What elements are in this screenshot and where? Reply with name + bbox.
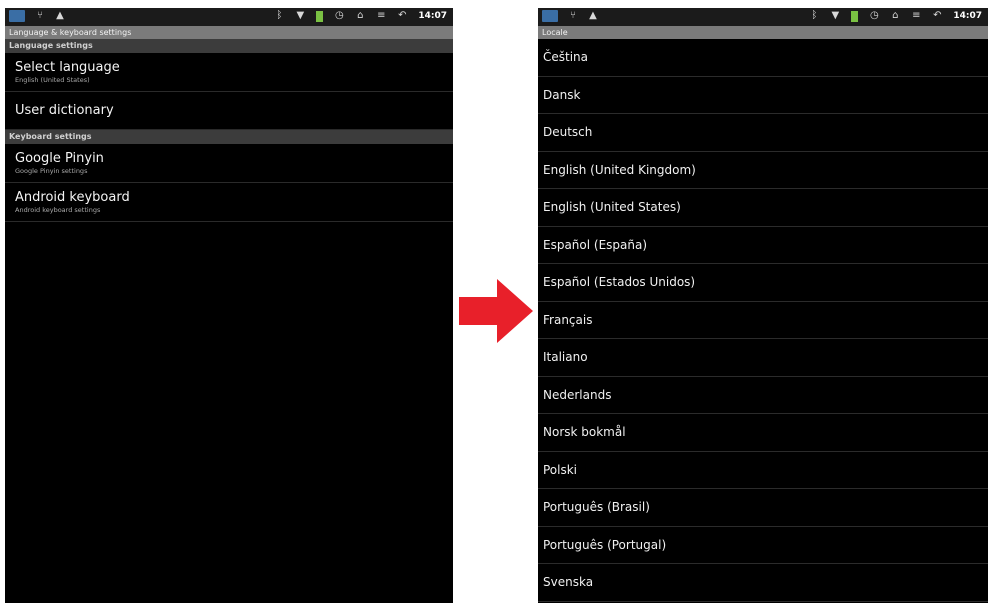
locale-item[interactable]: Português (Portugal) bbox=[538, 527, 988, 564]
status-time: 14:07 bbox=[418, 11, 447, 21]
menu-icon[interactable]: ≡ bbox=[911, 10, 921, 22]
right-arrow-icon bbox=[459, 279, 533, 343]
locale-item[interactable]: Nederlands bbox=[538, 377, 988, 414]
locale-item[interactable]: Dansk bbox=[538, 77, 988, 114]
locale-item[interactable]: Čeština bbox=[538, 39, 988, 77]
locale-item[interactable]: Norsk bokmål bbox=[538, 414, 988, 452]
android-keyboard-item[interactable]: Android keyboard Android keyboard settin… bbox=[5, 183, 453, 222]
locale-item[interactable]: Deutsch bbox=[538, 114, 988, 152]
bluetooth-icon: ᛒ bbox=[811, 10, 818, 21]
menu-icon[interactable]: ≡ bbox=[376, 10, 386, 22]
page-title: Locale bbox=[538, 26, 988, 39]
status-time: 14:07 bbox=[953, 11, 982, 21]
status-bar: ⑂ ▲ ᛒ ▼ ◷ ⌂ ≡ ↶ 14:07 bbox=[538, 8, 988, 26]
pref-title: Android keyboard bbox=[15, 189, 130, 205]
pref-summary: Android keyboard settings bbox=[15, 205, 101, 214]
section-header-keyboard: Keyboard settings bbox=[5, 130, 453, 144]
google-pinyin-item[interactable]: Google Pinyin Google Pinyin settings bbox=[5, 144, 453, 183]
usb-icon: ⑂ bbox=[37, 10, 43, 21]
wifi-icon: ▼ bbox=[296, 10, 305, 21]
pref-title: Select language bbox=[15, 59, 120, 75]
battery-icon bbox=[316, 10, 324, 22]
page-title: Language & keyboard settings bbox=[5, 26, 453, 39]
pref-title: User dictionary bbox=[15, 102, 114, 118]
back-icon[interactable]: ↶ bbox=[932, 10, 942, 22]
pref-summary: Google Pinyin settings bbox=[15, 166, 88, 175]
bluetooth-icon: ᛒ bbox=[276, 10, 283, 21]
locale-item[interactable]: Español (España) bbox=[538, 227, 988, 264]
locale-item[interactable]: Italiano bbox=[538, 339, 988, 377]
locale-screen: ⑂ ▲ ᛒ ▼ ◷ ⌂ ≡ ↶ 14:07 Locale Čeština Dans… bbox=[538, 8, 988, 603]
language-keyboard-settings-screen: ⑂ ▲ ᛒ ▼ ◷ ⌂ ≡ ↶ 14:07 Language & keyboar… bbox=[5, 8, 453, 603]
android-debug-icon: ▲ bbox=[56, 10, 64, 21]
user-dictionary-item[interactable]: User dictionary bbox=[5, 92, 453, 130]
locale-item[interactable]: Español (Estados Unidos) bbox=[538, 264, 988, 302]
clock-icon: ◷ bbox=[869, 10, 879, 21]
screenshot-icon bbox=[542, 10, 558, 22]
home-icon[interactable]: ⌂ bbox=[890, 10, 900, 22]
locale-item[interactable]: English (United Kingdom) bbox=[538, 152, 988, 189]
locale-item[interactable]: Français bbox=[538, 302, 988, 339]
section-header-language: Language settings bbox=[5, 39, 453, 53]
locale-item[interactable]: Svenska bbox=[538, 564, 988, 602]
wifi-icon: ▼ bbox=[831, 10, 840, 21]
locale-item[interactable]: Português (Brasil) bbox=[538, 489, 988, 527]
locale-item[interactable]: Polski bbox=[538, 452, 988, 489]
back-icon[interactable]: ↶ bbox=[397, 10, 407, 22]
pref-summary: English (United States) bbox=[15, 75, 90, 84]
clock-icon: ◷ bbox=[334, 10, 344, 21]
locale-item[interactable]: English (United States) bbox=[538, 189, 988, 227]
select-language-item[interactable]: Select language English (United States) bbox=[5, 53, 453, 92]
pref-title: Google Pinyin bbox=[15, 150, 104, 166]
home-icon[interactable]: ⌂ bbox=[355, 10, 365, 22]
status-bar: ⑂ ▲ ᛒ ▼ ◷ ⌂ ≡ ↶ 14:07 bbox=[5, 8, 453, 26]
battery-icon bbox=[851, 10, 859, 22]
screenshot-icon bbox=[9, 10, 25, 22]
usb-icon: ⑂ bbox=[570, 10, 576, 21]
android-debug-icon: ▲ bbox=[589, 10, 597, 21]
locale-list: Čeština Dansk Deutsch English (United Kingd… bbox=[538, 39, 988, 602]
